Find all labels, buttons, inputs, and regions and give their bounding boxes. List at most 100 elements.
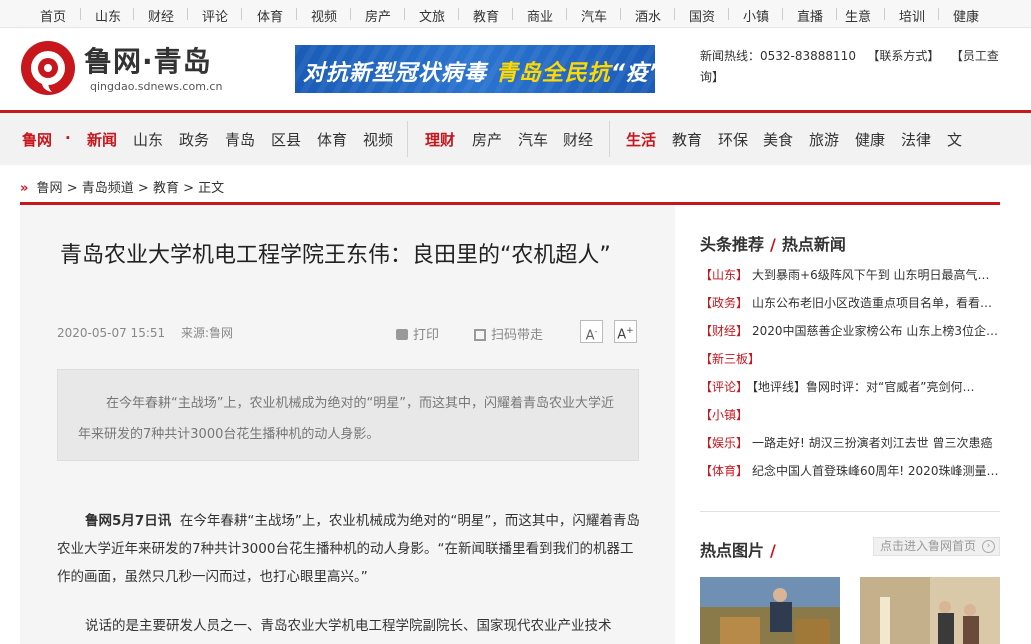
breadcrumb-separator: > (137, 181, 149, 196)
news-title[interactable]: 2020中国慈善企业家榜公布 山东上榜3位企… (752, 324, 998, 338)
sidebar-divider (700, 511, 1000, 512)
logo-url: qingdao.sdnews.com.cn (90, 80, 223, 93)
main-nav: 鲁网 · 新闻 山东 政务 青岛 区县 体育 视频 理财 房产 汽车 财经 生活… (0, 110, 1031, 165)
nav-item[interactable]: 旅游 (809, 129, 839, 150)
hotline-text: 新闻热线：0532-83888110 (700, 49, 856, 63)
top-nav-item[interactable]: 文旅 (419, 6, 445, 25)
top-nav-item[interactable]: 首页 (40, 6, 66, 25)
news-category[interactable]: 【评论】 (700, 380, 748, 394)
hot-photo[interactable] (860, 577, 1000, 644)
news-category[interactable]: 【新三板】 (700, 352, 760, 366)
goto-homepage-label: 点击进入鲁网首页 (880, 539, 977, 553)
nav-item[interactable]: 健康 (855, 129, 885, 150)
news-item[interactable]: 【评论】 【地评线】鲁网时评：对“官威者”亮剑何… (700, 378, 1000, 398)
nav-item[interactable]: 视频 (363, 129, 393, 150)
breadcrumb-item: 正文 (198, 181, 225, 196)
banner-ad[interactable]: 对抗新型冠状病毒 青岛全民抗“疫” (295, 45, 655, 93)
nav-item-finance[interactable]: 理财 (425, 129, 455, 150)
font-decrease-button[interactable]: A- (580, 320, 603, 343)
hot-pics-heading: 热点图片 / (700, 537, 782, 561)
font-increase-button[interactable]: A+ (614, 320, 637, 343)
goto-homepage-link[interactable]: 点击进入鲁网首页 › (873, 537, 1000, 556)
font-increase-label: A (617, 327, 627, 343)
qr-share-button[interactable]: 扫码带走 (474, 324, 543, 343)
news-category[interactable]: 【政务】 (700, 296, 748, 310)
nav-item[interactable]: 青岛 (225, 129, 255, 150)
news-title[interactable]: 一路走好! 胡汉三扮演者刘江去世 曾三次患癌 (752, 436, 992, 450)
nav-item[interactable]: 环保 (718, 129, 748, 150)
top-nav-item[interactable]: 酒水 (635, 6, 661, 25)
news-title[interactable]: 山东公布老旧小区改造重点项目名单，看看… (752, 296, 992, 310)
top-nav-item[interactable]: 直播 (797, 6, 823, 25)
top-nav-item[interactable]: 财经 (148, 6, 174, 25)
nav-item[interactable]: 政务 (179, 129, 209, 150)
nav-dot: · (65, 129, 71, 147)
qr-code-icon (474, 329, 486, 341)
hot-pics-title: 热点图片 (700, 541, 765, 560)
news-category[interactable]: 【娱乐】 (700, 436, 748, 450)
top-nav-item[interactable]: 国资 (689, 6, 715, 25)
news-title[interactable]: 【地评线】鲁网时评：对“官威者”亮剑何… (752, 380, 974, 394)
breadcrumb-item[interactable]: 鲁网 (37, 181, 63, 196)
news-item[interactable]: 【小镇】 (700, 406, 1000, 426)
news-item[interactable]: 【娱乐】 一路走好! 胡汉三扮演者刘江去世 曾三次患癌 (700, 434, 1000, 454)
hot-photo[interactable] (700, 577, 840, 644)
divider (187, 8, 188, 20)
nav-item[interactable]: 房产 (472, 129, 502, 150)
nav-item-news[interactable]: 新闻 (87, 129, 117, 150)
top-nav-item[interactable]: 小镇 (743, 6, 769, 25)
nav-item[interactable]: 文 (947, 129, 962, 150)
nav-item[interactable]: 教育 (672, 129, 702, 150)
top-nav-item[interactable]: 山东 (95, 6, 121, 25)
contact-link[interactable]: 【联系方式】 (867, 49, 939, 63)
top-nav-item[interactable]: 商业 (527, 6, 553, 25)
breadcrumb: » 鲁网 > 青岛频道 > 教育 > 正文 (20, 177, 224, 196)
nav-item[interactable]: 财经 (563, 129, 593, 150)
nav-item[interactable]: 山东 (133, 129, 163, 150)
nav-item[interactable]: 汽车 (518, 129, 548, 150)
top-nav-item[interactable]: 视频 (311, 6, 337, 25)
divider (512, 8, 513, 20)
divider (620, 8, 621, 20)
top-nav-item[interactable]: 教育 (473, 6, 499, 25)
nav-item-luwang[interactable]: 鲁网 (22, 129, 52, 150)
logo-text[interactable]: 鲁网·青岛 (84, 40, 212, 80)
breadcrumb-separator: > (66, 181, 78, 196)
news-title[interactable]: 纪念中国人首登珠峰60周年! 2020珠峰测量… (752, 464, 998, 478)
top-nav-item[interactable]: 生意 (845, 6, 871, 25)
nav-item[interactable]: 美食 (763, 129, 793, 150)
font-decrease-label: A (585, 328, 595, 344)
breadcrumb-item[interactable]: 教育 (153, 181, 179, 196)
divider (782, 8, 783, 20)
nav-item-life[interactable]: 生活 (626, 129, 656, 150)
top-nav-item[interactable]: 汽车 (581, 6, 607, 25)
nav-item[interactable]: 体育 (317, 129, 347, 150)
news-category[interactable]: 【体育】 (700, 464, 748, 478)
top-nav-item[interactable]: 体育 (257, 6, 283, 25)
breadcrumb-item[interactable]: 青岛频道 (82, 181, 134, 196)
divider (674, 8, 675, 20)
nav-item[interactable]: 区县 (271, 129, 301, 150)
top-nav-item[interactable]: 评论 (202, 6, 228, 25)
news-item[interactable]: 【体育】 纪念中国人首登珠峰60周年! 2020珠峰测量… (700, 462, 1000, 482)
news-title[interactable]: 大到暴雨+6级阵风下午到 山东明日最高气… (752, 268, 990, 282)
news-category[interactable]: 【山东】 (700, 268, 748, 282)
top-nav-item[interactable]: 培训 (899, 6, 925, 25)
divider (350, 8, 351, 20)
tab-headline[interactable]: 头条推荐 (700, 235, 764, 254)
logo-icon[interactable] (20, 40, 76, 96)
news-category[interactable]: 【小镇】 (700, 408, 748, 422)
nav-item[interactable]: 法律 (901, 129, 931, 150)
top-nav-item[interactable]: 房产 (365, 6, 391, 25)
news-item[interactable]: 【山东】 大到暴雨+6级阵风下午到 山东明日最高气… (700, 266, 1000, 286)
news-item[interactable]: 【财经】 2020中国慈善企业家榜公布 山东上榜3位企… (700, 322, 1000, 342)
news-category[interactable]: 【财经】 (700, 324, 748, 338)
divider (938, 8, 939, 20)
hotline-block: 新闻热线：0532-83888110 【联系方式】 【员工查询】 (700, 46, 1000, 88)
news-item[interactable]: 【新三板】 (700, 350, 1000, 370)
print-button[interactable]: 打印 (396, 324, 439, 343)
news-item[interactable]: 【政务】 山东公布老旧小区改造重点项目名单，看看… (700, 294, 1000, 314)
top-nav-item[interactable]: 健康 (953, 6, 979, 25)
tab-hot-news[interactable]: 热点新闻 (782, 235, 846, 254)
article-summary: 在今年春耕“主战场”上，农业机械成为绝对的“明星”，而这其中，闪耀着青岛农业大学… (57, 369, 639, 461)
